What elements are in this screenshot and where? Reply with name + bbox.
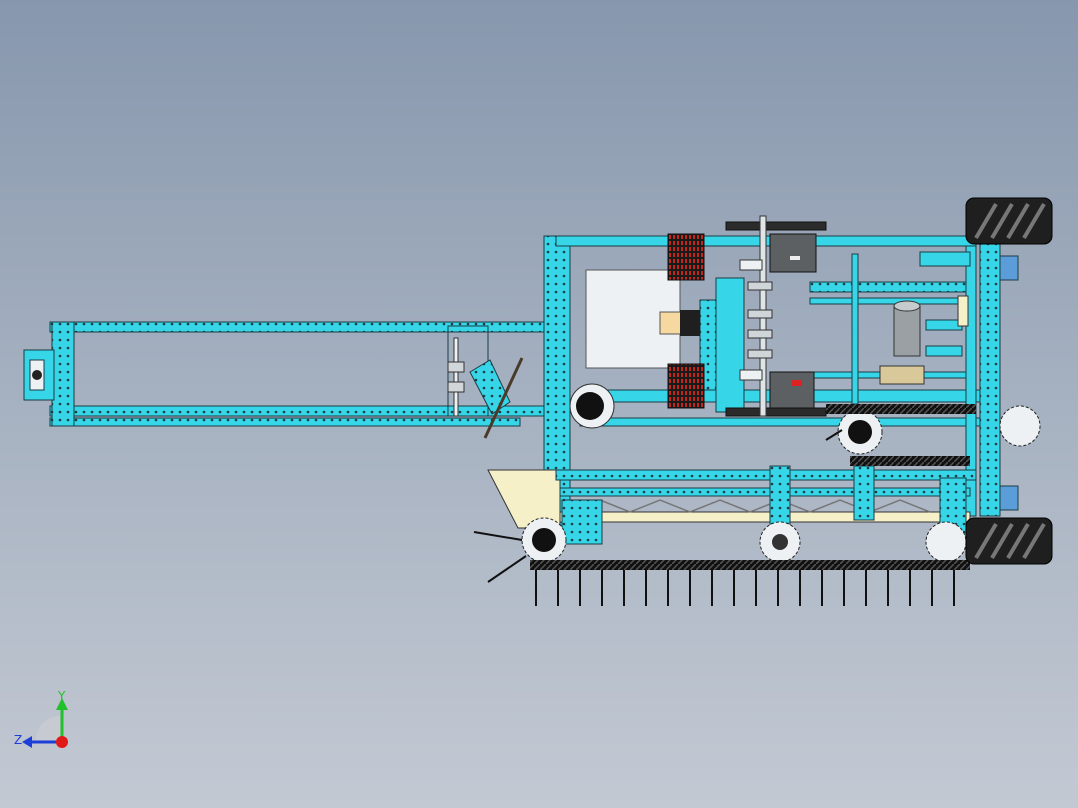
white-panel xyxy=(585,269,700,369)
triad-z-label: Z xyxy=(14,733,22,747)
cad-viewport[interactable]: Y Z xyxy=(0,0,1078,808)
robot-assembly-drawing[interactable]: Y Z xyxy=(0,0,1078,808)
coordinate-triad: Y Z xyxy=(14,689,68,748)
bumper-bracket[interactable] xyxy=(23,349,55,401)
arm-shaft xyxy=(447,337,465,417)
mecanum-wheels[interactable] xyxy=(965,197,1053,565)
servo-motor[interactable] xyxy=(879,295,969,385)
triad-y-label: Y xyxy=(57,689,66,703)
